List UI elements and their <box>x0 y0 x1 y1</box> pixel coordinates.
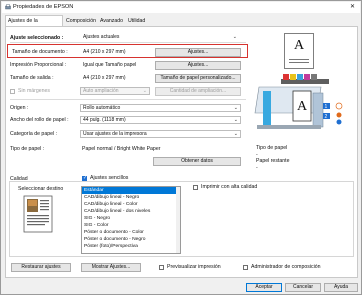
tab-avanzado[interactable]: Avanzado <box>98 16 126 26</box>
ajuste-seleccionado-label: Ajuste seleccionado : <box>10 35 64 41</box>
cantidad-ampliacion-button[interactable]: Cantidad de ampliación... <box>155 87 241 96</box>
tamano-salida-dropdown[interactable]: A4 (210 x 297 mm) <box>80 74 150 82</box>
obtener-datos-button[interactable]: Obtener datos <box>153 157 241 166</box>
list-item[interactable]: SIG - Negro <box>82 215 180 222</box>
divider <box>10 99 246 100</box>
tamano-documento-dropdown[interactable]: A4 (210 x 297 mm) <box>80 48 150 56</box>
impresion-proporcional-label: Impresión Proporcional : <box>10 62 67 68</box>
chevron-down-icon: ⌄ <box>233 131 238 137</box>
cancelar-button[interactable]: Cancelar <box>285 283 321 292</box>
tamano-salida-label: Tamaño de salida : <box>10 75 54 81</box>
categoria-papel-dropdown[interactable]: Usar ajustes de la impresora ⌄ <box>80 130 241 138</box>
printer-illustration: A 1 2 <box>253 73 349 141</box>
tamano-papel-personalizado-button[interactable]: Tamaño de papel personalizado... <box>155 74 241 83</box>
aceptar-button[interactable]: Aceptar <box>246 283 282 292</box>
side-papel-restante-label: Papel restante <box>256 158 290 164</box>
list-item[interactable]: CAD/dibujo lineal - Negro <box>82 194 180 201</box>
window-title: Propiedades de EPSON <box>13 4 74 10</box>
ajuste-seleccionado-value: Ajustes actuales <box>83 34 120 40</box>
origen-dropdown[interactable]: Rollo automático ⌄ <box>80 104 241 112</box>
tab-utilidad[interactable]: Utilidad <box>126 16 150 26</box>
previsualizar-checkbox[interactable] <box>159 265 164 270</box>
printer-letter: A <box>297 99 308 114</box>
auto-ampliacion-dropdown[interactable]: Auto ampliación ⌄ <box>80 87 150 95</box>
side-tipo-papel-label: Tipo de papel <box>256 145 288 151</box>
administrador-label: Administrador de composición <box>251 264 321 270</box>
tipo-papel-value: Papel normal / Bright White Paper <box>82 146 161 152</box>
tamano-ajustes-button[interactable]: Ajustes... <box>155 48 241 57</box>
svg-text:1: 1 <box>325 104 328 110</box>
tamano-documento-value: A4 (210 x 297 mm) <box>83 49 126 55</box>
tab-composicion[interactable]: Composición <box>64 16 98 26</box>
impresion-proporcional-dropdown[interactable]: Igual que Tamaño papel <box>80 61 150 69</box>
preview-letter: A <box>294 38 305 53</box>
document-quality-icon <box>20 194 56 234</box>
chevron-down-icon: ⌄ <box>232 34 237 40</box>
impresion-ajustes-button[interactable]: Ajustes... <box>155 61 241 70</box>
document-preview: A <box>284 33 314 69</box>
imprimir-alta-calidad-checkbox[interactable] <box>193 185 198 190</box>
preview-caption-lines <box>289 62 309 63</box>
quality-preset-list[interactable]: Estándar CAD/dibujo lineal - Negro CAD/d… <box>81 186 181 254</box>
ajuste-seleccionado-dropdown[interactable]: Ajustes actuales ⌄ <box>80 33 240 41</box>
properties-window: Propiedades de EPSON ✕ Ajustes de la imp… <box>0 0 362 295</box>
sin-margenes-label: Sin márgenes <box>18 88 51 94</box>
previsualizar-label: Previsualizar impresión <box>167 264 221 270</box>
ajustes-sencillos-label: Ajustes sencillos <box>90 175 129 181</box>
calidad-group <box>9 181 354 257</box>
list-item[interactable]: Póster o documento - Negro <box>82 236 180 243</box>
close-icon[interactable]: ✕ <box>350 3 355 10</box>
list-item[interactable]: CAD/dibujo lineal - dos niveles <box>82 208 180 215</box>
chevron-down-icon: ⌄ <box>233 105 238 111</box>
sin-margenes-checkbox[interactable] <box>10 89 15 94</box>
restaurar-ajustes-button[interactable]: Restaurar ajustes <box>11 263 71 272</box>
mostrar-ajustes-button[interactable]: Mostrar Ajustes... <box>81 263 141 272</box>
ancho-rollo-value: 44 pulg. (1118 mm) <box>83 117 126 123</box>
seleccionar-destino-label: Seleccionar destino <box>18 186 64 192</box>
list-item[interactable]: SIG - Color <box>82 222 180 229</box>
ajustes-sencillos-checkbox[interactable] <box>82 175 87 181</box>
categoria-papel-label: Categoría de papel : <box>10 131 58 137</box>
chevron-down-icon: ⌄ <box>142 88 147 94</box>
svg-text:2: 2 <box>325 114 328 120</box>
auto-ampliacion-value: Auto ampliación <box>83 88 119 94</box>
ancho-rollo-dropdown[interactable]: 44 pulg. (1118 mm) ⌄ <box>80 116 241 124</box>
ayuda-button[interactable]: Ayuda <box>324 283 358 292</box>
list-item[interactable]: Estándar <box>82 187 180 194</box>
administrador-checkbox[interactable] <box>243 265 248 270</box>
origen-value: Rollo automático <box>83 105 121 111</box>
ancho-rollo-label: Ancho del rollo de papel : <box>10 117 69 123</box>
chevron-down-icon: ⌄ <box>233 117 238 123</box>
list-item[interactable]: Póster (foto)/Perspectiva <box>82 243 180 250</box>
list-item[interactable]: CAD/dibujo lineal - Color <box>82 201 180 208</box>
imprimir-alta-calidad-label: Imprimir con alta calidad <box>201 184 258 190</box>
side-papel-restante-value: - <box>256 165 258 171</box>
tab-ajustes-impresora[interactable]: Ajustes de la impresora <box>5 15 63 34</box>
divider <box>10 42 246 43</box>
tamano-salida-value: A4 (210 x 297 mm) <box>83 75 126 81</box>
list-item[interactable]: Póster o documento - Color <box>82 229 180 236</box>
categoria-papel-value: Usar ajustes de la impresora <box>83 131 147 137</box>
tipo-papel-label: Tipo de papel : <box>10 146 45 152</box>
preview-caption-lines <box>289 59 309 60</box>
tamano-documento-label: Tamaño de documento : <box>12 49 68 55</box>
origen-label: Origen : <box>10 105 29 111</box>
impresion-proporcional-value: Igual que Tamaño papel <box>83 62 137 68</box>
printer-app-icon <box>5 4 11 10</box>
list-scrollbar[interactable] <box>176 187 180 253</box>
